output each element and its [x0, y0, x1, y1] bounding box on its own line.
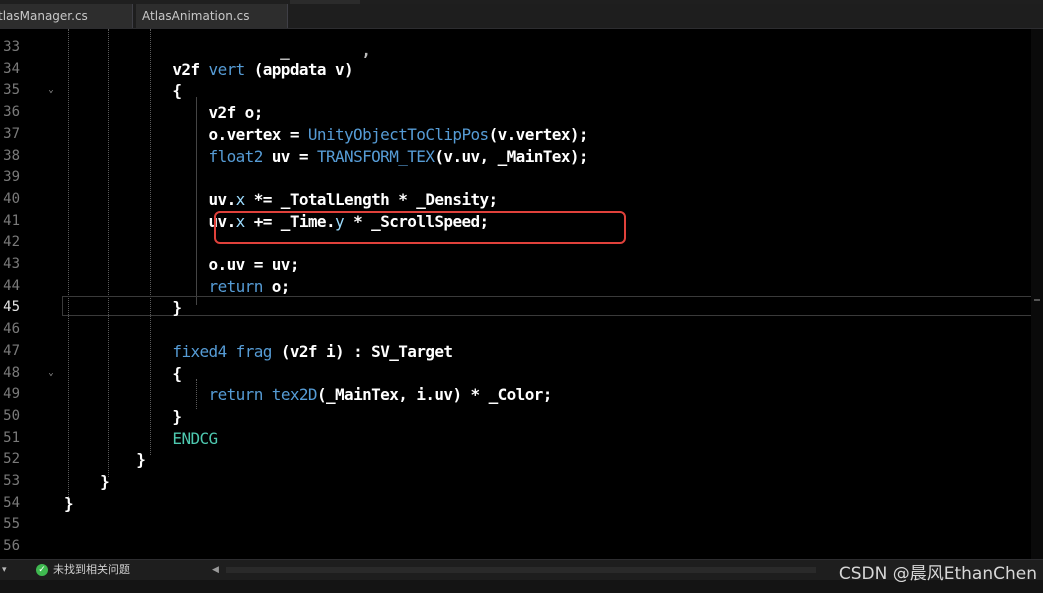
line-number: 39 [3, 169, 20, 186]
tab-atlas-animation[interactable]: AtlasAnimation.cs [136, 4, 288, 28]
line-number: 37 [3, 125, 20, 142]
code-line[interactable]: } [64, 406, 182, 427]
code-line[interactable]: } [64, 449, 146, 470]
line-number: 52 [3, 451, 20, 468]
code-token: tex2D [271, 385, 318, 405]
code-token: { [64, 81, 182, 101]
vertical-scrollbar[interactable] [1031, 29, 1043, 559]
code-token: UnityObjectToClipPos [307, 124, 489, 144]
code-token: v2f [64, 59, 209, 79]
code-token: o.vertex = [64, 124, 308, 144]
line-number: 35 [3, 82, 20, 99]
partial-code-line: _ , [280, 41, 371, 60]
code-token: (v.uv, _MainTex); [434, 146, 588, 166]
code-token: float2 [208, 146, 264, 166]
line-number: 53 [3, 473, 20, 489]
code-token: } [64, 406, 182, 426]
code-line[interactable]: float2 uv = TRANSFORM_TEX(v.uv, _MainTex… [64, 146, 589, 167]
code-line[interactable]: v2f o; [64, 102, 264, 123]
watermark-text: CSDN @晨风EthanChen [838, 564, 1037, 584]
line-number: 49 [3, 386, 20, 403]
scroll-left-icon[interactable]: ◀ [212, 560, 219, 580]
code-line[interactable]: fixed4 frag (v2f i) : SV_Target [64, 341, 453, 362]
code-line[interactable]: } [64, 297, 182, 318]
code-line[interactable]: v2f vert (appdata v) [64, 59, 353, 80]
line-number: 47 [3, 342, 20, 359]
code-line[interactable]: } [64, 493, 74, 514]
line-number: 41 [3, 212, 20, 229]
code-token: o; [262, 276, 291, 296]
code-editor[interactable]: _ , 33 34 35 ⌄ 36 37 38 39 40 41 42 43 44 45 46 47 48 ⌄ 49… [0, 29, 1043, 559]
code-line[interactable]: { [64, 80, 182, 101]
check-circle-icon: ✓ [36, 564, 48, 576]
code-token: v2f o; [64, 103, 264, 123]
code-token: vert [208, 59, 246, 79]
line-number: 48 [3, 364, 20, 381]
line-number: 34 [3, 60, 20, 77]
line-number: 38 [3, 147, 20, 164]
code-token: uv. [64, 211, 237, 231]
code-token: (v2f i) : SV_Target [271, 341, 453, 361]
line-number: 40 [3, 190, 20, 207]
code-line[interactable]: { [64, 363, 182, 384]
line-number: 46 [3, 321, 20, 338]
document-tab-bar: tlasManager.cs AtlasAnimation.cs [0, 4, 1043, 29]
code-line[interactable]: return tex2D(_MainTex, i.uv) * _Color; [64, 384, 553, 405]
line-number: 33 [3, 39, 20, 55]
current-line-outline [62, 296, 1032, 316]
line-number: 54 [3, 494, 20, 511]
code-token: (_MainTex, i.uv) * _Color; [316, 385, 552, 405]
line-number: 36 [3, 104, 20, 121]
tab-atlas-manager[interactable]: tlasManager.cs [0, 4, 133, 28]
code-line[interactable]: return o; [64, 276, 291, 297]
line-number: 44 [3, 277, 20, 294]
code-token: x [235, 189, 246, 209]
line-number: 50 [3, 407, 20, 424]
fold-chevron-icon[interactable]: ⌄ [47, 80, 55, 101]
horizontal-scrollbar[interactable] [226, 567, 816, 573]
code-token: { [64, 363, 182, 383]
code-token: o.uv = uv; [64, 255, 300, 274]
line-number: 51 [3, 429, 20, 446]
code-line[interactable]: uv.x *= _TotalLength * _Density; [64, 189, 499, 210]
code-token: fixed4 [172, 341, 227, 361]
code-line[interactable]: } [64, 471, 110, 492]
code-token: } [64, 298, 182, 318]
code-token: ENDCG [172, 428, 218, 448]
code-token: frag [235, 341, 273, 361]
code-token: (v.vertex); [488, 124, 589, 144]
line-number: 42 [3, 234, 20, 251]
code-token: } [64, 450, 146, 470]
code-token: (appdata v) [244, 59, 354, 79]
line-number: 43 [3, 256, 20, 272]
code-token: } [64, 493, 74, 513]
line-number: 55 [3, 516, 20, 533]
line-number-gutter: 33 34 35 ⌄ 36 37 38 39 40 41 42 43 44 45 46 47 48 ⌄ 49 50 51… [0, 29, 55, 559]
issues-status-text[interactable]: 未找到相关问题 [53, 560, 130, 580]
line-number: 45 [3, 299, 20, 316]
code-token: return [208, 276, 264, 296]
code-token: uv. [64, 189, 237, 209]
line-number: 56 [3, 538, 20, 555]
code-line[interactable]: o.vertex = UnityObjectToClipPos(v.vertex… [64, 124, 589, 145]
code-token: TRANSFORM_TEX [316, 146, 435, 166]
code-line[interactable]: o.uv = uv; [64, 254, 300, 275]
fold-chevron-icon[interactable]: ⌄ [47, 363, 55, 384]
annotation-highlight-box [214, 211, 626, 244]
code-line[interactable]: ENDCG [64, 428, 218, 449]
zoom-dropdown[interactable]: ▾ [2, 560, 7, 580]
code-token: } [64, 472, 110, 491]
scrollbar-marker [1034, 299, 1040, 301]
code-token: uv = [262, 146, 317, 166]
code-token: return [208, 385, 264, 405]
code-token: *= _TotalLength * _Density; [244, 189, 498, 209]
